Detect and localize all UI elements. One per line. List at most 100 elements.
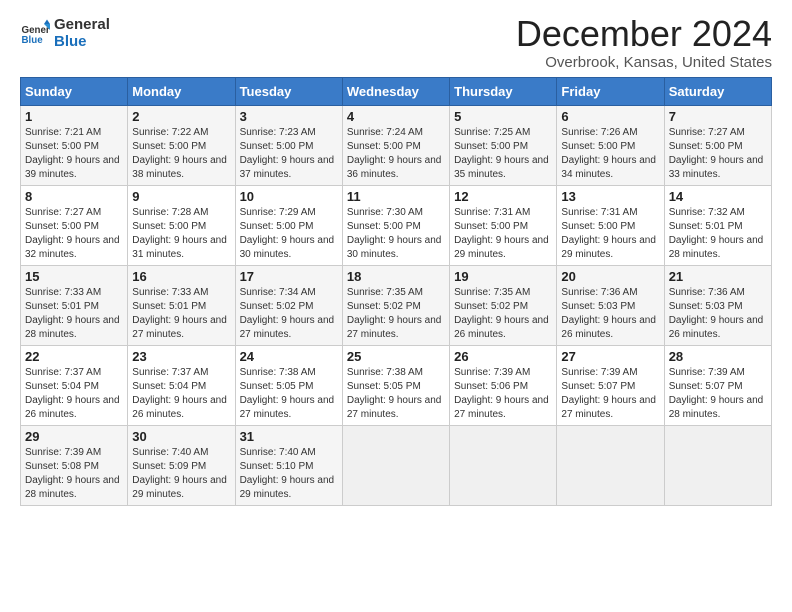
calendar-cell: 20 Sunrise: 7:36 AM Sunset: 5:03 PM Dayl… xyxy=(557,266,664,346)
sunset-label: Sunset: 5:07 PM xyxy=(669,381,743,392)
day-number: 18 xyxy=(347,269,445,284)
day-number: 22 xyxy=(25,349,123,364)
sunset-label: Sunset: 5:01 PM xyxy=(669,221,743,232)
calendar-cell: 23 Sunrise: 7:37 AM Sunset: 5:04 PM Dayl… xyxy=(128,346,235,426)
calendar-cell: 25 Sunrise: 7:38 AM Sunset: 5:05 PM Dayl… xyxy=(342,346,449,426)
day-number: 8 xyxy=(25,189,123,204)
daylight-label: Daylight: 9 hours and 29 minutes. xyxy=(454,235,549,260)
day-number: 16 xyxy=(132,269,230,284)
sunset-label: Sunset: 5:05 PM xyxy=(347,381,421,392)
sunset-label: Sunset: 5:00 PM xyxy=(561,221,635,232)
daylight-label: Daylight: 9 hours and 26 minutes. xyxy=(669,315,764,340)
sunset-label: Sunset: 5:09 PM xyxy=(132,461,206,472)
day-number: 4 xyxy=(347,109,445,124)
calendar-cell: 10 Sunrise: 7:29 AM Sunset: 5:00 PM Dayl… xyxy=(235,186,342,266)
daylight-label: Daylight: 9 hours and 27 minutes. xyxy=(347,395,442,420)
sunset-label: Sunset: 5:00 PM xyxy=(240,141,314,152)
sunrise-label: Sunrise: 7:26 AM xyxy=(561,127,637,138)
sunset-label: Sunset: 5:02 PM xyxy=(347,301,421,312)
calendar-cell: 6 Sunrise: 7:26 AM Sunset: 5:00 PM Dayli… xyxy=(557,106,664,186)
sunset-label: Sunset: 5:00 PM xyxy=(25,141,99,152)
daylight-label: Daylight: 9 hours and 37 minutes. xyxy=(240,155,335,180)
sunrise-label: Sunrise: 7:39 AM xyxy=(25,447,101,458)
day-number: 2 xyxy=(132,109,230,124)
sunrise-label: Sunrise: 7:40 AM xyxy=(132,447,208,458)
day-number: 14 xyxy=(669,189,767,204)
sunrise-label: Sunrise: 7:32 AM xyxy=(669,207,745,218)
header-sunday: Sunday xyxy=(21,78,128,106)
daylight-label: Daylight: 9 hours and 27 minutes. xyxy=(240,395,335,420)
daylight-label: Daylight: 9 hours and 28 minutes. xyxy=(669,395,764,420)
calendar-cell: 22 Sunrise: 7:37 AM Sunset: 5:04 PM Dayl… xyxy=(21,346,128,426)
sunrise-label: Sunrise: 7:30 AM xyxy=(347,207,423,218)
day-number: 15 xyxy=(25,269,123,284)
daylight-label: Daylight: 9 hours and 28 minutes. xyxy=(669,235,764,260)
day-number: 10 xyxy=(240,189,338,204)
header-thursday: Thursday xyxy=(450,78,557,106)
day-number: 12 xyxy=(454,189,552,204)
day-number: 20 xyxy=(561,269,659,284)
day-number: 9 xyxy=(132,189,230,204)
daylight-label: Daylight: 9 hours and 28 minutes. xyxy=(25,475,120,500)
day-info: Sunrise: 7:23 AM Sunset: 5:00 PM Dayligh… xyxy=(240,126,338,182)
calendar-cell: 11 Sunrise: 7:30 AM Sunset: 5:00 PM Dayl… xyxy=(342,186,449,266)
sunrise-label: Sunrise: 7:23 AM xyxy=(240,127,316,138)
calendar-cell: 19 Sunrise: 7:35 AM Sunset: 5:02 PM Dayl… xyxy=(450,266,557,346)
daylight-label: Daylight: 9 hours and 30 minutes. xyxy=(347,235,442,260)
sunrise-label: Sunrise: 7:38 AM xyxy=(347,367,423,378)
header-friday: Friday xyxy=(557,78,664,106)
calendar-cell: 17 Sunrise: 7:34 AM Sunset: 5:02 PM Dayl… xyxy=(235,266,342,346)
daylight-label: Daylight: 9 hours and 27 minutes. xyxy=(561,395,656,420)
calendar-cell: 31 Sunrise: 7:40 AM Sunset: 5:10 PM Dayl… xyxy=(235,426,342,506)
sunset-label: Sunset: 5:03 PM xyxy=(669,301,743,312)
day-number: 27 xyxy=(561,349,659,364)
sunset-label: Sunset: 5:05 PM xyxy=(240,381,314,392)
header-monday: Monday xyxy=(128,78,235,106)
daylight-label: Daylight: 9 hours and 33 minutes. xyxy=(669,155,764,180)
calendar-cell xyxy=(664,426,771,506)
logo: General Blue GeneralBlue xyxy=(20,16,110,50)
daylight-label: Daylight: 9 hours and 27 minutes. xyxy=(132,315,227,340)
calendar-cell: 8 Sunrise: 7:27 AM Sunset: 5:00 PM Dayli… xyxy=(21,186,128,266)
day-info: Sunrise: 7:25 AM Sunset: 5:00 PM Dayligh… xyxy=(454,126,552,182)
location: Overbrook, Kansas, United States xyxy=(516,54,772,71)
day-info: Sunrise: 7:31 AM Sunset: 5:00 PM Dayligh… xyxy=(454,206,552,262)
day-info: Sunrise: 7:39 AM Sunset: 5:07 PM Dayligh… xyxy=(561,366,659,422)
day-number: 29 xyxy=(25,429,123,444)
day-number: 23 xyxy=(132,349,230,364)
sunrise-label: Sunrise: 7:27 AM xyxy=(25,207,101,218)
sunrise-label: Sunrise: 7:33 AM xyxy=(132,287,208,298)
sunrise-label: Sunrise: 7:25 AM xyxy=(454,127,530,138)
sunrise-label: Sunrise: 7:33 AM xyxy=(25,287,101,298)
calendar-cell xyxy=(557,426,664,506)
daylight-label: Daylight: 9 hours and 27 minutes. xyxy=(347,315,442,340)
daylight-label: Daylight: 9 hours and 26 minutes. xyxy=(25,395,120,420)
day-info: Sunrise: 7:27 AM Sunset: 5:00 PM Dayligh… xyxy=(669,126,767,182)
calendar-cell: 27 Sunrise: 7:39 AM Sunset: 5:07 PM Dayl… xyxy=(557,346,664,426)
sunset-label: Sunset: 5:00 PM xyxy=(561,141,635,152)
day-number: 30 xyxy=(132,429,230,444)
day-info: Sunrise: 7:38 AM Sunset: 5:05 PM Dayligh… xyxy=(240,366,338,422)
sunset-label: Sunset: 5:02 PM xyxy=(240,301,314,312)
daylight-label: Daylight: 9 hours and 27 minutes. xyxy=(240,315,335,340)
calendar-cell: 21 Sunrise: 7:36 AM Sunset: 5:03 PM Dayl… xyxy=(664,266,771,346)
sunset-label: Sunset: 5:00 PM xyxy=(240,221,314,232)
calendar-cell: 4 Sunrise: 7:24 AM Sunset: 5:00 PM Dayli… xyxy=(342,106,449,186)
sunset-label: Sunset: 5:01 PM xyxy=(25,301,99,312)
day-info: Sunrise: 7:29 AM Sunset: 5:00 PM Dayligh… xyxy=(240,206,338,262)
daylight-label: Daylight: 9 hours and 28 minutes. xyxy=(25,315,120,340)
sunset-label: Sunset: 5:00 PM xyxy=(347,221,421,232)
day-number: 24 xyxy=(240,349,338,364)
daylight-label: Daylight: 9 hours and 39 minutes. xyxy=(25,155,120,180)
day-number: 11 xyxy=(347,189,445,204)
day-info: Sunrise: 7:33 AM Sunset: 5:01 PM Dayligh… xyxy=(132,286,230,342)
title-area: December 2024 Overbrook, Kansas, United … xyxy=(516,16,772,71)
sunset-label: Sunset: 5:02 PM xyxy=(454,301,528,312)
sunset-label: Sunset: 5:00 PM xyxy=(454,141,528,152)
day-number: 26 xyxy=(454,349,552,364)
daylight-label: Daylight: 9 hours and 26 minutes. xyxy=(454,315,549,340)
sunset-label: Sunset: 5:00 PM xyxy=(669,141,743,152)
day-number: 5 xyxy=(454,109,552,124)
sunrise-label: Sunrise: 7:29 AM xyxy=(240,207,316,218)
sunrise-label: Sunrise: 7:35 AM xyxy=(347,287,423,298)
